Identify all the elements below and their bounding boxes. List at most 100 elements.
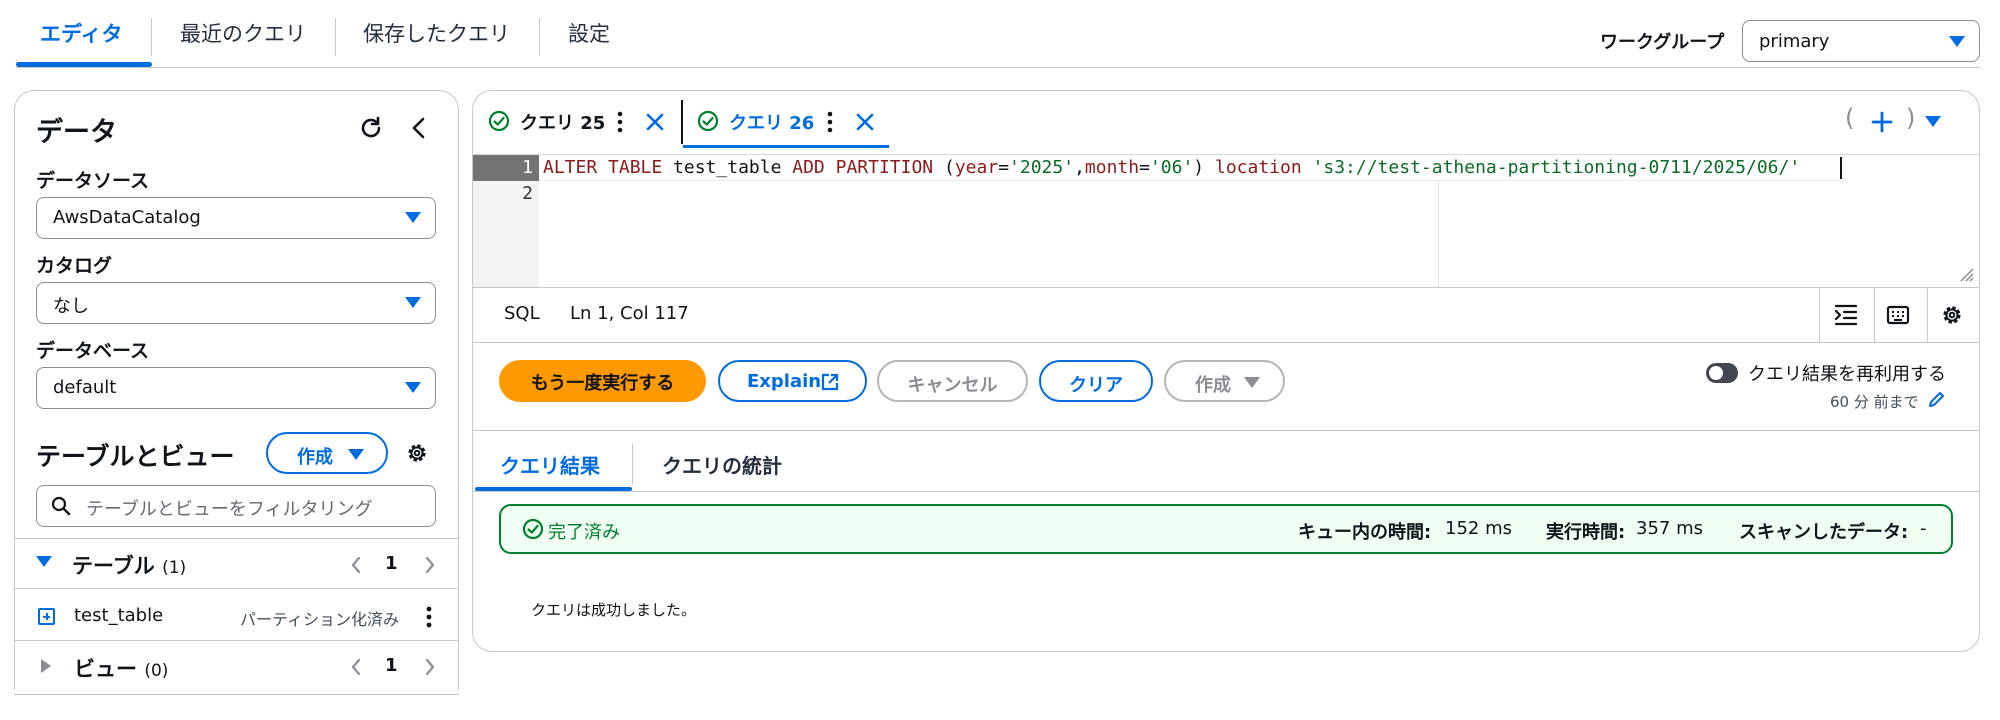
refresh-icon[interactable] [358,115,384,141]
expand-table-icon[interactable] [38,608,55,625]
scanned-data-label: スキャンしたデータ: [1739,522,1909,543]
partitioned-tag: パーティション化済み [240,610,400,629]
toolbar-separator [1874,288,1875,342]
divider [473,342,1979,343]
caret-down-icon [405,382,421,393]
sql-token: ADD PARTITION [781,157,944,178]
paren-right: ) [1906,104,1916,132]
create-table-label: 作成 [297,447,333,468]
format-query-icon[interactable] [1834,304,1858,326]
sql-token: ) [1193,157,1215,178]
tab-query-results[interactable]: クエリ結果 [500,450,600,479]
queue-time-label: キュー内の時間: [1298,522,1432,543]
top-divider [16,67,1980,68]
divider [473,491,1979,492]
text-cursor [1840,157,1842,179]
catalog-select[interactable]: なし [36,282,436,324]
success-icon [488,110,510,132]
sql-code-line[interactable]: ALTER TABLE test_table ADD PARTITION (ye… [543,157,1800,178]
tab-saved-queries[interactable]: 保存したクエリ [363,18,510,54]
tab-query-stats[interactable]: クエリの統計 [662,450,782,479]
database-value: default [53,377,117,398]
expand-caret-icon[interactable] [36,556,52,567]
views-count: (0) [144,661,169,681]
expand-caret-icon[interactable] [41,659,51,673]
divider [14,588,459,589]
tab-separator [632,444,633,484]
next-page-icon[interactable] [424,658,436,676]
success-icon [522,518,544,540]
resize-handle-icon[interactable] [1958,266,1974,282]
run-again-button[interactable]: もう一度実行する [499,360,706,402]
views-section-label[interactable]: ビュー (0) [74,653,168,683]
cancel-button[interactable]: キャンセル [877,360,1028,402]
close-tab-icon[interactable] [645,112,665,132]
sql-token: '2025' [1009,157,1075,178]
query-tab-25[interactable]: クエリ 25 [520,109,605,135]
gear-icon[interactable] [405,441,429,465]
table-name[interactable]: test_table [74,605,163,626]
tab-separator [681,100,683,144]
tab-recent-queries[interactable]: 最近のクエリ [180,18,306,54]
explain-button[interactable]: Explain [718,360,867,402]
editor-settings-icon[interactable] [1940,303,1964,327]
tables-section-label[interactable]: テーブル (1) [72,550,186,580]
line-number: 2 [522,183,533,204]
active-query-tab-indicator [683,145,889,148]
search-icon [51,496,71,516]
explain-label: Explain [747,371,822,392]
datasource-select[interactable]: AwsDataCatalog [36,197,436,239]
workgroup-select[interactable]: primary [1742,20,1980,62]
paren-left: ( [1845,104,1855,132]
database-select[interactable]: default [36,367,436,409]
collapse-panel-icon[interactable] [409,116,429,140]
sql-token: year [954,157,999,178]
table-filter-input[interactable]: テーブルとビューをフィルタリング [36,485,436,527]
keyboard-icon[interactable] [1886,304,1910,326]
prev-page-icon[interactable] [350,556,362,574]
scanned-data-value: - [1920,518,1927,539]
sql-token: , [1074,157,1085,178]
sql-token: location [1214,157,1302,178]
divider [473,430,1979,431]
filter-placeholder: テーブルとビューをフィルタリング [86,499,373,520]
workgroup-label: ワークグループ [1600,32,1725,53]
next-page-icon[interactable] [424,556,436,574]
more-options-icon[interactable] [426,606,432,628]
reuse-results-label: クエリ結果を再利用する [1748,364,1946,385]
caret-down-icon [1949,36,1965,47]
data-panel-title: データ [36,117,117,148]
catalog-value: なし [53,296,89,317]
queue-time-value: 152 ms [1445,518,1512,539]
catalog-label: カタログ [36,255,113,277]
reuse-results-toggle[interactable] [1706,363,1738,383]
tab-menu-icon[interactable] [827,111,833,133]
database-label: データベース [36,340,150,362]
create-button[interactable]: 作成 [1164,360,1285,402]
query-tab-26[interactable]: クエリ 26 [729,109,814,135]
print-margin [1438,181,1439,287]
prev-page-icon[interactable] [350,658,362,676]
editor-language: SQL [504,303,540,324]
clear-button[interactable]: クリア [1039,360,1153,402]
caret-down-icon [1244,377,1260,388]
edit-pencil-icon[interactable] [1928,390,1946,408]
sql-token: '06' [1149,157,1194,178]
tab-editor[interactable]: エディタ [40,18,123,54]
tables-views-title: テーブルとビュー [36,442,235,471]
views-label: ビュー [74,657,137,681]
tables-count: (1) [162,558,187,578]
create-table-button[interactable]: 作成 [266,432,388,474]
datasource-value: AwsDataCatalog [53,207,201,228]
tab-menu-icon[interactable] [617,111,623,133]
sql-token: test_table [673,157,782,178]
line-number: 1 [522,157,533,178]
tab-list-dropdown-icon[interactable] [1925,116,1941,127]
close-tab-icon[interactable] [855,112,875,132]
add-tab-icon[interactable] [1871,111,1893,133]
caret-down-icon [405,297,421,308]
tab-settings[interactable]: 設定 [568,18,610,54]
query-success-message: クエリは成功しました。 [531,601,697,619]
cursor-position: Ln 1, Col 117 [570,303,689,324]
